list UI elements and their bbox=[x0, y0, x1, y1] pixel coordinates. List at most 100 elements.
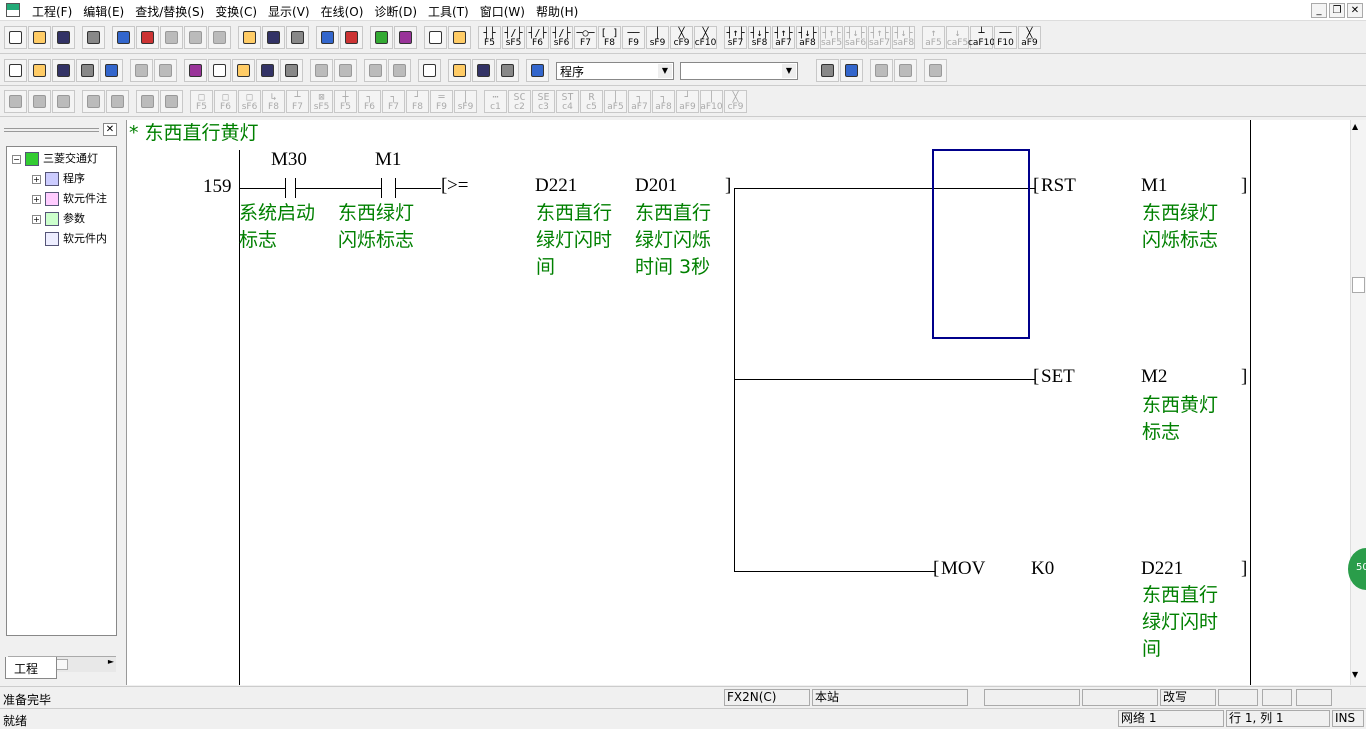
label-x-button[interactable] bbox=[154, 59, 177, 82]
ladder-key-button[interactable]: ╳ cF9 bbox=[670, 26, 693, 49]
ladder-key-button[interactable]: ╳ cF9 bbox=[724, 90, 747, 113]
grid-button[interactable] bbox=[136, 90, 159, 113]
copy-button[interactable] bbox=[136, 26, 159, 49]
undo-button[interactable] bbox=[184, 26, 207, 49]
ladder-key-button[interactable]: Rc5 bbox=[580, 90, 603, 113]
device-comment-button[interactable] bbox=[28, 59, 51, 82]
ladder-key-button[interactable]: ┤├ F5 bbox=[478, 26, 501, 49]
menu-item[interactable]: 工程(F) bbox=[26, 0, 77, 20]
close-button[interactable]: ✕ bbox=[1347, 3, 1363, 18]
ladder-key-button[interactable]: SC c2 bbox=[508, 90, 531, 113]
ladder-key-button[interactable]: ⋯ c1 bbox=[484, 90, 507, 113]
ladder-key-button[interactable]: ┐ F6 bbox=[358, 90, 381, 113]
ladder-key-button[interactable]: ┐ aF8 bbox=[652, 90, 675, 113]
delete-row-button[interactable] bbox=[472, 59, 495, 82]
ladder-key-button[interactable]: ┘ aF9 bbox=[676, 90, 699, 113]
comment-edit-button[interactable] bbox=[52, 59, 75, 82]
tree-item-device-memory[interactable]: 软元件内 bbox=[45, 230, 107, 246]
device-select[interactable]: ▼ bbox=[680, 61, 798, 80]
ladder-key-button[interactable]: ┤↑├ sF7 bbox=[724, 26, 747, 49]
ladder-key-button[interactable]: ┤↓├ aF8 bbox=[796, 26, 819, 49]
sort-button[interactable] bbox=[82, 90, 105, 113]
ladder-key-button[interactable]: ═ F9 bbox=[430, 90, 453, 113]
ladder-key-button[interactable]: ┐ F7 bbox=[382, 90, 405, 113]
menu-item[interactable]: 诊断(D) bbox=[368, 0, 422, 20]
ladder-key-button[interactable]: ─○─ F7 bbox=[574, 26, 597, 49]
change-button[interactable] bbox=[232, 59, 255, 82]
ladder-editor[interactable]: * 东西直行黄灯 159 M30 系统启动 标志 M1 东西绿灯 闪烁标志 [ … bbox=[126, 120, 1350, 685]
ladder-key-button[interactable]: [ ] F8 bbox=[598, 26, 621, 49]
scroll-down-icon[interactable]: ▼ bbox=[1352, 670, 1358, 679]
copy-program-button[interactable] bbox=[816, 59, 839, 82]
panel-grip[interactable] bbox=[4, 128, 99, 132]
tree-item-parameter[interactable]: + 参数 bbox=[32, 210, 85, 226]
menu-item[interactable]: 在线(O) bbox=[315, 0, 369, 20]
list-button[interactable] bbox=[106, 90, 129, 113]
ladder-key-button[interactable]: □ F5 bbox=[190, 90, 213, 113]
find-device-button[interactable] bbox=[238, 26, 261, 49]
compile-all-button[interactable] bbox=[334, 59, 357, 82]
device-test-button[interactable] bbox=[418, 59, 441, 82]
scroll-up-icon[interactable]: ▲ bbox=[1352, 122, 1358, 131]
monitor-button[interactable] bbox=[76, 59, 99, 82]
tree-item-program[interactable]: + 程序 bbox=[32, 170, 85, 186]
menu-item[interactable]: 变换(C) bbox=[209, 0, 262, 20]
ladder-key-button[interactable]: ── F9 bbox=[622, 26, 645, 49]
ladder-key-button[interactable]: ⊠ sF5 bbox=[310, 90, 333, 113]
insert-row-button[interactable] bbox=[448, 59, 471, 82]
ladder-key-button[interactable]: ┘ F8 bbox=[406, 90, 429, 113]
replace-device-button[interactable] bbox=[316, 26, 339, 49]
ladder-key-button[interactable]: ST c4 bbox=[556, 90, 579, 113]
tab-project[interactable]: 工程 bbox=[5, 657, 57, 679]
ladder-key-button[interactable]: ┤↑├ saF5 bbox=[820, 26, 843, 49]
save-button[interactable] bbox=[52, 26, 75, 49]
menu-item[interactable]: 编辑(E) bbox=[77, 0, 129, 20]
ladder-key-button[interactable]: SE c3 bbox=[532, 90, 555, 113]
step-button[interactable] bbox=[4, 90, 27, 113]
tree-view-button[interactable] bbox=[840, 59, 863, 82]
window-2-button[interactable] bbox=[388, 59, 411, 82]
ladder-key-button[interactable]: ── F10 bbox=[994, 26, 1017, 49]
ladder-key-button[interactable]: │ aF10 bbox=[700, 90, 723, 113]
label-button[interactable] bbox=[130, 59, 153, 82]
minimize-button[interactable]: _ bbox=[1311, 3, 1327, 18]
block-button[interactable] bbox=[28, 90, 51, 113]
menu-item[interactable]: 帮助(H) bbox=[530, 0, 583, 20]
zoom-in-button[interactable] bbox=[370, 26, 393, 49]
read-plc-button[interactable] bbox=[424, 26, 447, 49]
ladder-key-button[interactable]: ┤↑├ aF7 bbox=[772, 26, 795, 49]
tree-root[interactable]: − 三菱交通灯 bbox=[12, 150, 98, 166]
search-button[interactable] bbox=[280, 59, 303, 82]
batch-button[interactable] bbox=[256, 59, 279, 82]
ladder-key-button[interactable]: ┤/├ F6 bbox=[526, 26, 549, 49]
close-panel-icon[interactable]: ✕ bbox=[103, 123, 117, 136]
ladder-key-button[interactable]: ┤/├ sF5 bbox=[502, 26, 525, 49]
vertical-scrollbar[interactable]: ▲ ▼ bbox=[1350, 120, 1366, 685]
ladder-key-button[interactable]: ┐ aF7 bbox=[628, 90, 651, 113]
monitor-write-button[interactable] bbox=[100, 59, 123, 82]
ladder-key-button[interactable]: □ sF6 bbox=[238, 90, 261, 113]
redo-button[interactable] bbox=[208, 26, 231, 49]
ladder-key-button[interactable]: ┼ F5 bbox=[334, 90, 357, 113]
ladder-key-button[interactable]: ┤↓├ saF6 bbox=[844, 26, 867, 49]
ladder-key-button[interactable]: ↳ F8 bbox=[262, 90, 285, 113]
ladder-key-button[interactable]: □ F6 bbox=[214, 90, 237, 113]
ladder-key-button[interactable]: ┤↑├ saF7 bbox=[868, 26, 891, 49]
display-button[interactable] bbox=[526, 59, 549, 82]
open-button[interactable] bbox=[28, 26, 51, 49]
list-button[interactable] bbox=[924, 59, 947, 82]
app-icon[interactable] bbox=[6, 3, 20, 17]
find-instruction-button[interactable] bbox=[262, 26, 285, 49]
menu-item[interactable]: 查找/替换(S) bbox=[129, 0, 209, 20]
program-select[interactable]: 程序 ▼ bbox=[556, 61, 674, 80]
ladder-key-button[interactable]: ┤↓├ saF8 bbox=[892, 26, 915, 49]
ladder-key-button[interactable]: ↓ caF5 bbox=[946, 26, 969, 49]
compile-button[interactable] bbox=[310, 59, 333, 82]
scroll-thumb[interactable] bbox=[1352, 277, 1365, 293]
ladder-key-button[interactable]: ╳ aF9 bbox=[1018, 26, 1041, 49]
menu-item[interactable]: 窗口(W) bbox=[474, 0, 530, 20]
ladder-write-button[interactable] bbox=[184, 59, 207, 82]
error-button[interactable] bbox=[52, 90, 75, 113]
ladder-key-button[interactable]: │ sF9 bbox=[646, 26, 669, 49]
monitor-write-mode-button[interactable] bbox=[208, 59, 231, 82]
